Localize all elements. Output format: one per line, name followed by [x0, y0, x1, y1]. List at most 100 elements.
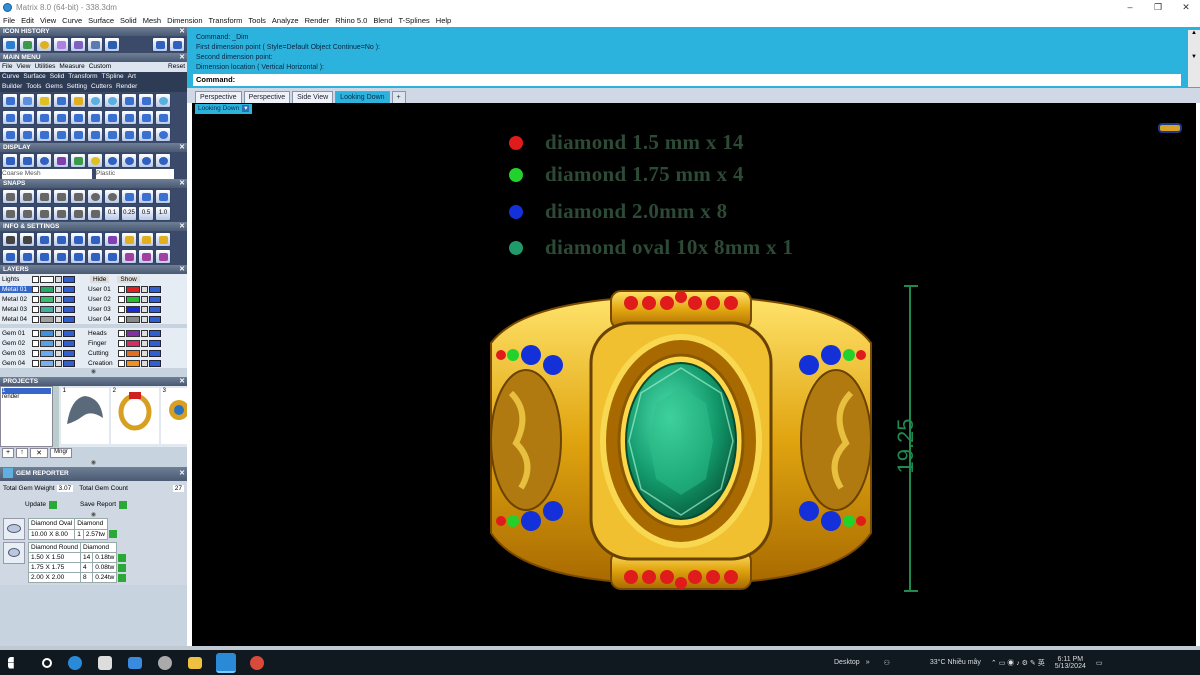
arrow-right-icon[interactable] — [169, 37, 185, 52]
tool-icon[interactable] — [104, 110, 120, 125]
layer-color-swatch[interactable] — [126, 305, 140, 313]
layer-metal-04[interactable]: Metal 04 — [0, 316, 32, 323]
layer-visible-toggle[interactable] — [118, 285, 125, 293]
info-icon[interactable] — [155, 249, 171, 264]
lock-icon[interactable] — [141, 305, 148, 313]
maximize-button[interactable]: ❐ — [1144, 0, 1172, 14]
save-report-button-label[interactable]: Save Report — [80, 501, 116, 508]
desktop-toolbar[interactable]: Desktop — [834, 659, 860, 666]
menu-solid[interactable]: Solid — [120, 16, 137, 25]
info-icon[interactable] — [104, 232, 120, 247]
tool-icon[interactable] — [121, 127, 137, 142]
layer-visible-toggle[interactable] — [32, 305, 39, 313]
snap-icon[interactable] — [2, 206, 18, 221]
main-menu-custom[interactable]: Custom — [89, 62, 111, 72]
chrome-icon[interactable] — [250, 655, 264, 670]
edge-icon[interactable] — [68, 655, 82, 670]
layer-color-swatch[interactable] — [126, 329, 140, 337]
menu-analyze[interactable]: Analyze — [272, 16, 299, 25]
close-icon[interactable]: ✕ — [179, 222, 185, 231]
tool-icon[interactable] — [53, 110, 69, 125]
lock-icon[interactable] — [141, 329, 148, 337]
lock-icon[interactable] — [141, 315, 148, 323]
info-icon[interactable] — [70, 232, 86, 247]
history-tool-icon[interactable] — [53, 37, 69, 52]
show-button[interactable]: Show — [117, 275, 140, 283]
app-icon[interactable] — [158, 655, 172, 670]
layer-button[interactable] — [63, 349, 75, 357]
close-icon[interactable]: ✕ — [179, 143, 185, 152]
snap-icon[interactable] — [53, 189, 69, 204]
layer-visible-toggle[interactable] — [32, 339, 39, 347]
menu-transform[interactable]: Transform — [209, 16, 243, 25]
main-menu-render[interactable]: Render — [116, 82, 137, 92]
lock-icon[interactable] — [141, 339, 148, 347]
layer-button[interactable] — [149, 359, 161, 367]
menu-mesh[interactable]: Mesh — [143, 16, 161, 25]
snap-icon[interactable] — [19, 206, 35, 221]
tool-icon[interactable] — [2, 93, 18, 108]
menu-rhino[interactable]: Rhino 5.0 — [335, 16, 367, 25]
tool-icon[interactable] — [19, 93, 35, 108]
layer-button[interactable] — [149, 315, 161, 323]
close-icon[interactable]: ✕ — [179, 53, 185, 62]
lock-icon[interactable] — [55, 359, 62, 367]
notification-icon[interactable]: ▭ — [1096, 659, 1103, 667]
menu-surface[interactable]: Surface — [88, 16, 114, 25]
windows-start-icon[interactable] — [8, 656, 14, 669]
info-icon[interactable] — [36, 232, 52, 247]
main-menu-view[interactable]: View — [16, 62, 30, 72]
matrix-taskbar-icon[interactable] — [216, 652, 236, 673]
close-icon[interactable]: ✕ — [179, 179, 185, 188]
main-menu-surface[interactable]: Surface — [23, 72, 45, 82]
info-icon[interactable] — [121, 232, 137, 247]
layer-cutting[interactable]: Cutting — [86, 350, 118, 357]
layer-color-swatch[interactable] — [126, 359, 140, 367]
menu-dimension[interactable]: Dimension — [167, 16, 202, 25]
tool-icon[interactable] — [121, 110, 137, 125]
layer-button[interactable] — [149, 295, 161, 303]
snap-icon[interactable] — [104, 189, 120, 204]
snap-icon[interactable] — [70, 189, 86, 204]
update-go-icon[interactable] — [48, 500, 57, 509]
toolbar-chevron-icon[interactable]: » — [866, 659, 870, 666]
menu-help[interactable]: Help — [436, 16, 451, 25]
layer-visible-toggle[interactable] — [118, 329, 125, 337]
lock-icon[interactable] — [55, 315, 62, 323]
tool-icon[interactable] — [70, 93, 86, 108]
clock-date[interactable]: 5/13/2024 — [1055, 663, 1086, 670]
tool-icon[interactable] — [87, 127, 103, 142]
layer-button[interactable] — [63, 295, 75, 303]
layer-color-swatch[interactable] — [40, 359, 54, 367]
snap-icon[interactable] — [53, 206, 69, 221]
history-tool-icon[interactable] — [87, 37, 103, 52]
tool-icon[interactable] — [19, 127, 35, 142]
layer-color-swatch[interactable] — [126, 315, 140, 323]
snap-icon[interactable] — [36, 189, 52, 204]
snap-icon[interactable] — [36, 206, 52, 221]
display-mode-icon[interactable] — [87, 153, 103, 168]
people-icon[interactable]: ⚇ — [884, 659, 890, 667]
navigation-cube-icon[interactable] — [1158, 123, 1182, 133]
layer-metal-01[interactable]: Metal 01 — [0, 285, 32, 293]
arrow-left-icon[interactable] — [152, 37, 168, 52]
display-mode-icon[interactable] — [19, 153, 35, 168]
snap-icon[interactable] — [70, 206, 86, 221]
collapse-handle[interactable]: ◉ — [3, 511, 184, 518]
snap-icon[interactable] — [19, 189, 35, 204]
tool-icon[interactable] — [36, 127, 52, 142]
info-icon[interactable] — [53, 249, 69, 264]
layer-color-swatch[interactable] — [40, 285, 54, 293]
lock-icon[interactable] — [141, 295, 148, 303]
menu-blend[interactable]: Blend — [373, 16, 392, 25]
main-menu-solid[interactable]: Solid — [50, 72, 64, 82]
info-icon[interactable] — [138, 232, 154, 247]
viewport-label[interactable]: Looking Down ▾ — [195, 104, 253, 114]
layer-visible-toggle[interactable] — [32, 349, 39, 357]
lock-icon[interactable] — [141, 349, 148, 357]
lock-icon[interactable] — [141, 285, 148, 293]
tool-icon[interactable] — [53, 127, 69, 142]
snap-icon[interactable] — [2, 189, 18, 204]
menu-file[interactable]: File — [3, 16, 15, 25]
tool-icon[interactable] — [138, 127, 154, 142]
